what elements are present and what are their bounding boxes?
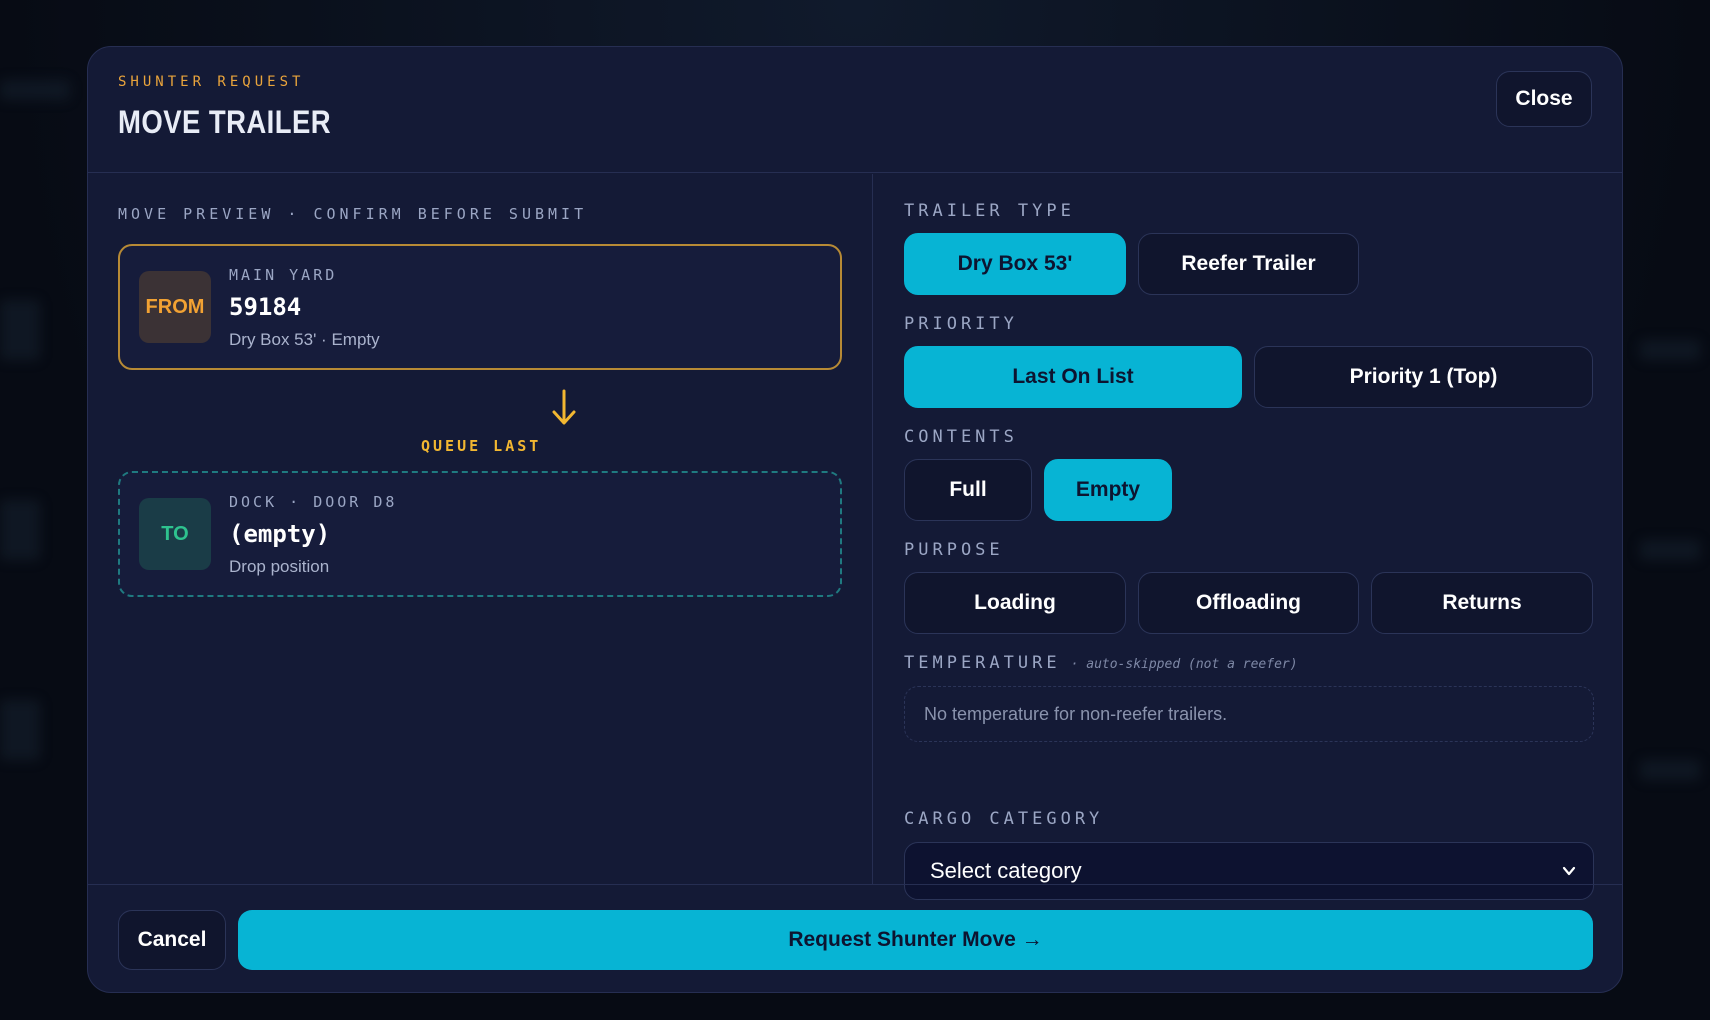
temperature-label-row: TEMPERATURE · auto-skipped (not a reefer) [904,653,1298,673]
to-location: DOCK · DOOR D8 [229,493,398,511]
purpose-option-loading[interactable]: Loading [904,572,1126,634]
from-chip: FROM [139,271,211,343]
from-trailer-number: 59184 [229,293,302,321]
from-trailer-details: Dry Box 53' · Empty [229,330,380,349]
dialog-title: MOVE TRAILER [118,104,332,140]
to-card: TO DOCK · DOOR D8 (empty) Drop position [118,471,842,597]
cargo-category-value: Select category [930,858,1082,883]
chevron-down-icon [1562,866,1576,876]
close-button[interactable]: Close [1496,71,1592,127]
temperature-hint: · auto-skipped (not a reefer) [1070,657,1298,672]
from-location: MAIN YARD [229,266,338,284]
to-trailer-number: (empty) [229,520,331,548]
contents-option-empty[interactable]: Empty [1044,459,1172,521]
from-card: FROM MAIN YARD 59184 Dry Box 53' · Empty [118,244,842,370]
priority-option-priority-1[interactable]: Priority 1 (Top) [1254,346,1593,408]
move-trailer-dialog: SHUNTER REQUEST MOVE TRAILER Close MOVE … [87,46,1623,993]
move-preview-label: MOVE PREVIEW · CONFIRM BEFORE SUBMIT [118,205,588,223]
to-chip: TO [139,498,211,570]
dialog-body: MOVE PREVIEW · CONFIRM BEFORE SUBMIT FRO… [88,174,1622,900]
purpose-label: PURPOSE [904,540,1004,560]
dialog-footer: Cancel Request Shunter Move → [88,884,1622,992]
to-position-details: Drop position [229,557,330,576]
temperature-field: No temperature for non-reefer trailers. [904,686,1594,742]
dialog-header: SHUNTER REQUEST MOVE TRAILER Close [88,47,1622,173]
contents-option-full[interactable]: Full [904,459,1032,521]
dialog-eyebrow: SHUNTER REQUEST [118,74,305,90]
trailer-type-option-reefer[interactable]: Reefer Trailer [1138,233,1359,295]
cargo-category-label: CARGO CATEGORY [904,809,1104,829]
queue-position-label: QUEUE LAST [421,437,542,455]
cancel-button[interactable]: Cancel [118,910,226,970]
priority-label: PRIORITY [904,314,1018,334]
arrow-down-icon [552,389,576,425]
priority-option-last-on-list[interactable]: Last On List [904,346,1242,408]
contents-label: CONTENTS [904,427,1018,447]
move-preview-panel: MOVE PREVIEW · CONFIRM BEFORE SUBMIT FRO… [88,174,873,884]
request-shunter-move-button[interactable]: Request Shunter Move → [238,910,1593,970]
temperature-label: TEMPERATURE [904,653,1061,673]
trailer-type-label: TRAILER TYPE [904,201,1075,221]
purpose-option-returns[interactable]: Returns [1371,572,1593,634]
trailer-type-option-dry-box[interactable]: Dry Box 53' [904,233,1126,295]
purpose-option-offloading[interactable]: Offloading [1138,572,1359,634]
move-options-panel: TRAILER TYPE Dry Box 53' Reefer Trailer … [874,174,1622,900]
